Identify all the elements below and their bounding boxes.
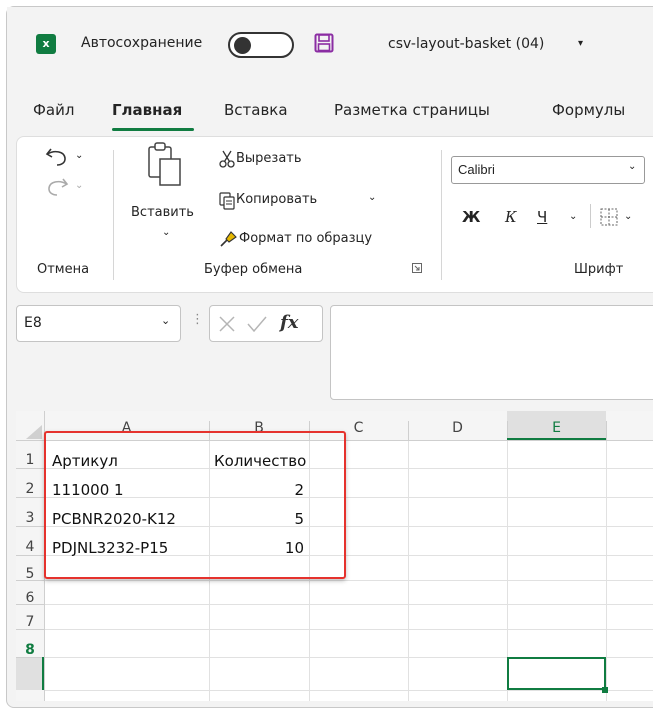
borders-chevron-icon[interactable]: ⌄ [624,211,632,222]
tab-page-layout[interactable]: Разметка страницы [334,101,490,119]
ribbon-separator [441,150,442,280]
paste-button[interactable]: Вставить [131,205,194,220]
redo-icon [44,174,70,200]
tab-home[interactable]: Главная [112,101,182,119]
italic-button[interactable]: К [505,208,517,226]
paste-chevron-icon[interactable]: ⌄ [162,227,170,238]
excel-app-icon: x [36,34,56,54]
font-group-label: Шрифт [574,262,624,277]
tab-file[interactable]: Файл [33,101,74,119]
underline-chevron-icon[interactable]: ⌄ [569,211,577,222]
borders-icon[interactable] [600,208,618,226]
font-group-divider [590,204,591,228]
paste-icon[interactable] [146,141,184,187]
name-box[interactable]: E8 ⌄ [16,305,181,342]
save-icon[interactable] [314,33,334,53]
copy-chevron-icon[interactable]: ⌄ [368,192,376,203]
row-header-4[interactable]: 4 [16,539,44,555]
copy-icon[interactable] [219,192,236,210]
row-header-3[interactable]: 3 [16,510,44,526]
autosave-label: Автосохранение [81,35,203,51]
row-header-8[interactable]: 8 [16,642,44,658]
font-name-value: Calibri [458,162,495,177]
enter-check-icon [247,315,267,333]
row-header-5[interactable]: 5 [16,566,44,582]
clipboard-group-label: Буфер обмена [204,262,303,277]
file-name[interactable]: csv-layout-basket (04) [388,36,544,52]
format-painter-button[interactable]: Формат по образцу [239,231,372,246]
tab-insert[interactable]: Вставка [224,101,288,119]
format-painter-icon[interactable] [219,230,237,248]
row-header-6[interactable]: 6 [16,590,44,606]
clipboard-launcher-icon[interactable] [412,263,422,273]
formula-input[interactable] [330,305,653,400]
highlight-box [44,431,346,579]
scissors-icon[interactable] [219,150,235,168]
column-header-d[interactable]: D [408,411,507,440]
bold-button[interactable]: Ж [462,208,480,226]
copy-button[interactable]: Копировать [236,192,317,207]
tab-formulas[interactable]: Формулы [552,101,625,119]
cut-button[interactable]: Вырезать [236,151,302,166]
active-tab-indicator [112,128,194,131]
column-header-e[interactable]: E [507,411,606,440]
formula-actions: fx [209,305,323,342]
font-name-chevron-icon[interactable]: ⌄ [628,161,636,172]
row-header-2[interactable]: 2 [16,481,44,497]
underline-button[interactable]: Ч [537,208,547,226]
toggle-knob [234,37,251,54]
ribbon-separator [113,150,114,280]
name-box-chevron-icon[interactable]: ⌄ [161,314,170,327]
undo-group-label: Отмена [37,262,90,277]
redo-chevron-icon: ⌄ [75,180,84,191]
file-name-chevron-icon[interactable]: ▾ [578,38,583,49]
row-header-1[interactable]: 1 [16,452,44,468]
selected-cell-e8[interactable] [507,657,606,690]
name-box-value: E8 [24,315,42,331]
undo-chevron-icon[interactable]: ⌄ [75,150,83,161]
font-name-select[interactable]: Calibri ⌄ [451,156,645,184]
autosave-toggle[interactable] [228,32,294,58]
fill-handle[interactable] [602,687,608,693]
row-header-7[interactable]: 7 [16,614,44,630]
formula-bar-grip-icon[interactable]: ⋮ [191,312,204,327]
cancel-icon [218,315,236,333]
undo-icon[interactable] [44,144,70,170]
insert-function-icon[interactable]: fx [280,312,298,333]
